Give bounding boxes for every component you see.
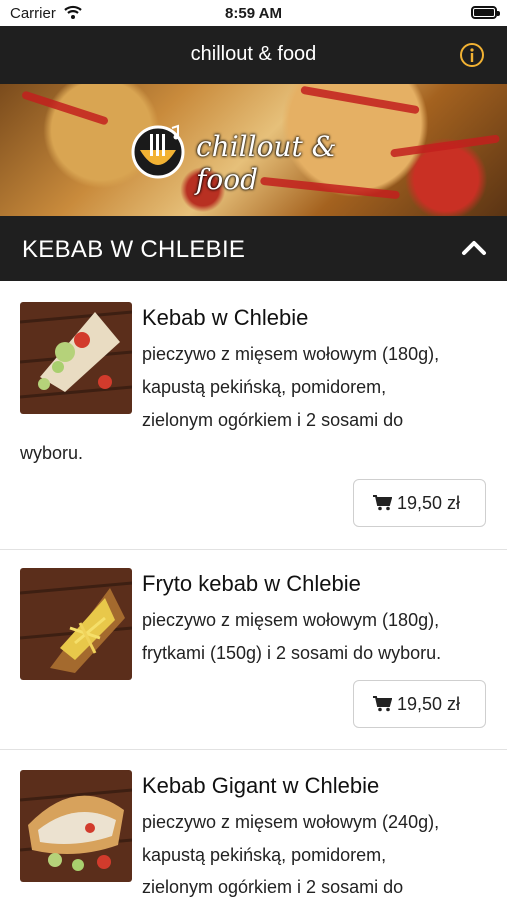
restaurant-banner: chillout & food xyxy=(0,84,507,216)
category-header[interactable]: KEBAB W CHLEBIE xyxy=(0,216,507,281)
menu-item-description-line: pieczywo z mięsem wołowym (180g), xyxy=(142,344,440,364)
menu-item-image xyxy=(20,770,132,882)
menu-item-description-line: zielonym ogórkiem i 2 sosami do xyxy=(142,877,404,897)
chevron-up-icon[interactable] xyxy=(461,238,487,261)
add-to-cart-button[interactable]: 19,50 zł xyxy=(353,479,486,527)
status-bar: Carrier 8:59 AM xyxy=(0,0,507,26)
menu-item-image xyxy=(20,568,132,680)
menu-item-name: Fryto kebab w Chlebie xyxy=(142,571,361,596)
status-time: 8:59 AM xyxy=(225,5,282,22)
cart-icon xyxy=(373,696,393,717)
menu-item-description-line: wyboru. xyxy=(20,443,84,463)
menu-item-description-line: kapustą pekińską, pomidorem, xyxy=(142,845,387,865)
price-label: 19,50 zł xyxy=(397,493,461,513)
menu-item-description-line: kapustą pekińską, pomidorem, xyxy=(142,377,387,397)
menu-item-image xyxy=(20,302,132,414)
menu-item-description-line: pieczywo z mięsem wołowym (240g), xyxy=(142,812,440,832)
price-label: 19,50 zł xyxy=(397,694,461,714)
menu-item[interactable]: Kebab Gigant w Chlebie pieczywo z mięsem… xyxy=(0,749,507,900)
menu-item-description-line: zielonym ogórkiem i 2 sosami do xyxy=(142,410,404,430)
category-title: KEBAB W CHLEBIE xyxy=(22,236,246,263)
info-icon[interactable] xyxy=(459,42,485,68)
menu-item-description-line: pieczywo z mięsem wołowym (180g), xyxy=(142,610,440,630)
nav-title: chillout & food xyxy=(190,43,317,65)
battery-icon xyxy=(471,6,500,19)
add-to-cart-button[interactable]: 19,50 zł xyxy=(353,680,486,728)
menu-item-name: Kebab w Chlebie xyxy=(142,305,309,330)
cart-icon xyxy=(373,495,393,516)
menu-item[interactable]: Fryto kebab w Chlebie pieczywo z mięsem … xyxy=(0,549,507,749)
menu-item-description-line: frytkami (150g) i 2 sosami do wyboru. xyxy=(142,643,442,663)
menu-item-name: Kebab Gigant w Chlebie xyxy=(142,773,380,798)
nav-bar: chillout & food xyxy=(0,26,507,84)
logo-text: chillout & food xyxy=(196,130,337,196)
restaurant-logo: chillout & food xyxy=(128,120,388,196)
menu-item[interactable]: Kebab w Chlebie pieczywo z mięsem wołowy… xyxy=(0,281,507,549)
